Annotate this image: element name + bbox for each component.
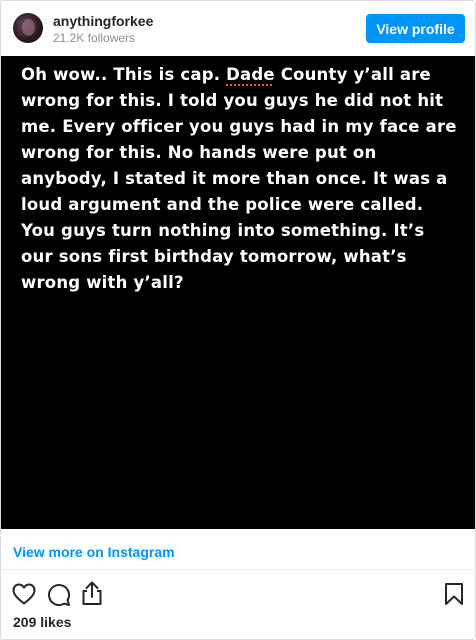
post-text-end: County y’all are wrong for this. I told … [21, 65, 457, 292]
avatar[interactable] [13, 13, 43, 43]
view-more-link[interactable]: View more on Instagram [13, 544, 175, 560]
post-text: Oh wow.. This is cap. Dade County y’all … [21, 62, 461, 296]
divider [1, 569, 475, 570]
post-image[interactable]: Oh wow.. This is cap. Dade County y’all … [1, 56, 475, 529]
view-profile-button[interactable]: View profile [366, 14, 465, 43]
post-header: anythingforkee 21.2K followers View prof… [1, 1, 475, 56]
share-icon[interactable] [81, 580, 103, 606]
heart-icon[interactable] [12, 583, 36, 605]
post-text-misspelled-word: Dade [226, 65, 275, 84]
like-count[interactable]: 209 likes [13, 614, 71, 630]
post-text-start: Oh wow.. This is cap. [21, 65, 227, 84]
bookmark-icon[interactable] [444, 582, 464, 606]
username[interactable]: anythingforkee [53, 13, 153, 29]
comment-icon[interactable] [47, 583, 71, 607]
instagram-embed-card: anythingforkee 21.2K followers View prof… [0, 0, 476, 640]
follower-count: 21.2K followers [53, 31, 136, 45]
